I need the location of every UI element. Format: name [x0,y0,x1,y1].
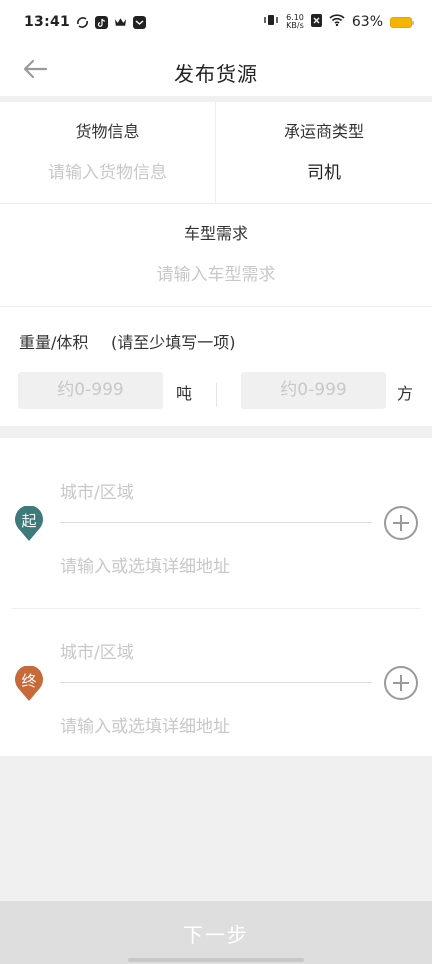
volume-unit: 方 [397,384,414,403]
add-end-address-button[interactable] [384,666,418,700]
status-bar: 13:41 6.10 KB/s 63% [0,0,432,44]
weight-volume-hint: (请至少填写一项) [111,333,236,352]
sim-x-icon [310,13,322,31]
divider [60,682,372,683]
start-city-input[interactable]: 城市/区域 [60,478,134,503]
carrier-type-label: 承运商类型 [283,122,364,141]
next-step-bar: 下一步 [0,901,432,964]
end-address-block: 终 城市/区域 请输入或选填详细地址 [0,608,432,768]
end-city-input[interactable]: 城市/区域 [60,638,134,663]
start-detail-input[interactable]: 请输入或选填详细地址 [60,552,230,577]
start-badge-label: 起 [21,512,37,530]
message-icon [133,15,147,29]
wifi-icon [329,14,345,30]
crown-icon [114,16,127,29]
net-speed: 6.10 KB/s [286,13,304,30]
start-address-block: 起 城市/区域 请输入或选填详细地址 [0,438,432,598]
address-card: 起 城市/区域 请输入或选填详细地址 终 城市/区域 请输入或选填详细地址 [0,438,432,756]
sync-icon [76,16,89,29]
nav-bar: 发布货源 [0,44,432,96]
end-detail-input[interactable]: 请输入或选填详细地址 [60,712,230,737]
volume-input[interactable]: 约0-999 [241,372,386,409]
vehicle-requirement-input[interactable]: 请输入车型需求 [0,260,432,285]
start-pin-icon: 起 [14,506,44,542]
battery-icon [390,16,414,28]
end-badge-label: 终 [21,672,37,690]
end-pin-icon: 终 [14,666,44,702]
divider [60,522,372,523]
carrier-type-value[interactable]: 司机 [216,158,432,183]
weight-input[interactable]: 约0-999 [18,372,163,409]
next-step-button[interactable]: 下一步 [0,919,432,948]
cargo-info-input[interactable]: 请输入货物信息 [0,158,215,183]
carrier-type-field[interactable]: 承运商类型 司机 [216,102,432,204]
cargo-info-card: 货物信息 请输入货物信息 承运商类型 司机 车型需求 请输入车型需求 重量/体积… [0,102,432,426]
weight-volume-label: 重量/体积 [19,333,89,352]
cargo-info-label: 货物信息 [75,122,140,141]
home-indicator[interactable] [128,958,304,962]
cargo-info-field[interactable]: 货物信息 请输入货物信息 [0,102,216,204]
vehicle-requirement-label: 车型需求 [183,224,248,243]
divider [216,383,217,407]
vehicle-requirement-field[interactable]: 车型需求 请输入车型需求 [0,204,432,307]
weight-unit: 吨 [176,384,193,403]
vibrate-icon [263,14,279,30]
tiktok-icon [95,15,109,29]
status-time: 13:41 [24,14,71,30]
page-title: 发布货源 [174,62,258,86]
weight-volume-row: 重量/体积 (请至少填写一项) 约0-999 吨 约0-999 方 [0,307,432,426]
battery-percent: 63% [351,14,383,30]
add-start-address-button[interactable] [384,506,418,540]
